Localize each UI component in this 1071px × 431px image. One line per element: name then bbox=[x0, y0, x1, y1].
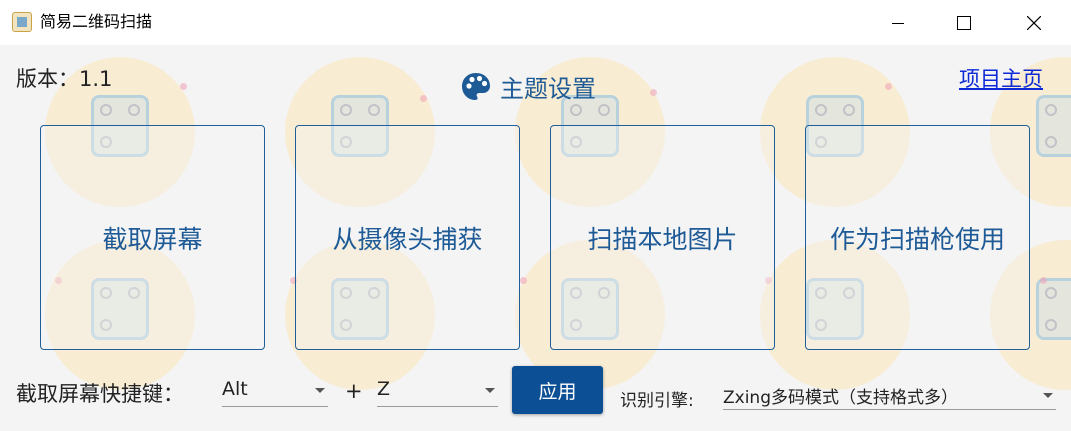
engine-label: 识别引擎: bbox=[620, 391, 694, 411]
chevron-down-icon bbox=[485, 388, 495, 393]
modifier-key-dropdown[interactable]: Alt bbox=[222, 374, 328, 407]
close-icon bbox=[1027, 15, 1041, 30]
capture-screen-button[interactable]: 截取屏幕 bbox=[40, 125, 265, 350]
capture-screen-label: 截取屏幕 bbox=[102, 224, 203, 254]
minimize-button[interactable] bbox=[875, 0, 921, 45]
window-title: 简易二维码扫描 bbox=[40, 12, 153, 31]
chevron-down-icon bbox=[315, 388, 325, 393]
theme-settings-label: 主题设置 bbox=[500, 75, 596, 103]
maximize-icon bbox=[957, 15, 971, 30]
apply-button[interactable]: 应用 bbox=[512, 366, 603, 414]
qr-app-icon bbox=[12, 12, 32, 32]
maximize-button[interactable] bbox=[941, 0, 987, 45]
decoration-dot bbox=[180, 83, 187, 90]
scanner-gun-mode-label: 作为扫描枪使用 bbox=[829, 224, 1005, 254]
main-content: 版本：1.1 主题设置 项目主页 截取屏幕 从摄像头捕获 扫描本地图片 作为扫描… bbox=[0, 45, 1071, 431]
minimize-icon bbox=[892, 22, 904, 24]
capture-camera-label: 从摄像头捕获 bbox=[332, 224, 483, 254]
scan-local-image-button[interactable]: 扫描本地图片 bbox=[550, 125, 775, 350]
hotkey-key-dropdown[interactable]: Z bbox=[377, 374, 498, 407]
plus-sign: + bbox=[345, 379, 363, 403]
decoration-dot bbox=[885, 83, 892, 90]
engine-dropdown[interactable]: Zxing多码模式（支持格式多） bbox=[723, 378, 1056, 410]
modifier-key-value: Alt bbox=[222, 378, 248, 400]
chevron-down-icon bbox=[1043, 393, 1053, 398]
capture-camera-button[interactable]: 从摄像头捕获 bbox=[295, 125, 520, 350]
palette-icon bbox=[462, 72, 490, 100]
scanner-gun-mode-button[interactable]: 作为扫描枪使用 bbox=[805, 125, 1030, 350]
project-homepage-link[interactable]: 项目主页 bbox=[959, 63, 1043, 93]
decoration-dot bbox=[420, 95, 427, 102]
close-button[interactable] bbox=[1011, 0, 1057, 45]
version-label: 版本：1.1 bbox=[16, 67, 113, 91]
title-bar: 简易二维码扫描 bbox=[0, 0, 1071, 45]
hotkey-label: 截取屏幕快捷键： bbox=[16, 382, 184, 406]
decoration-dot bbox=[520, 277, 527, 284]
theme-settings-button[interactable]: 主题设置 bbox=[460, 69, 596, 104]
hotkey-key-value: Z bbox=[377, 378, 391, 400]
decoration-dot bbox=[650, 89, 657, 96]
engine-value: Zxing多码模式（支持格式多） bbox=[723, 388, 958, 408]
decoration-dot bbox=[1040, 277, 1047, 284]
scan-local-image-label: 扫描本地图片 bbox=[587, 224, 738, 254]
